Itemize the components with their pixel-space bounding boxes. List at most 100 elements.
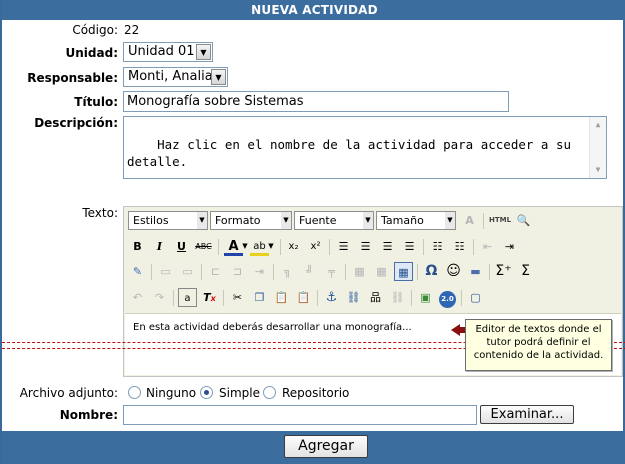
anchor-icon[interactable]: ⚓ [322,288,341,307]
delete-row-icon[interactable]: ⇥ [250,262,269,281]
align-right-icon[interactable]: ☰ [378,237,397,256]
radio-simple-label: Simple [219,386,260,400]
font-dropdown-label: Fuente [299,214,337,227]
indent-icon[interactable]: ⇥ [500,237,519,256]
paste-text-icon[interactable]: 📋 [294,288,313,307]
cell-props-icon[interactable]: ▦ [350,262,369,281]
bold-icon[interactable]: B [128,237,147,256]
toolbar-separator [473,239,474,255]
texto-label: Texto: [82,206,118,220]
radio-simple[interactable] [200,386,213,399]
descripcion-scrollbar[interactable]: ▲ ▼ [589,117,606,178]
examinar-button[interactable]: Examinar... [480,405,574,424]
chevron-down-icon[interactable]: ▼ [266,237,276,256]
superscript-icon[interactable]: x² [306,237,325,256]
scroll-down-icon[interactable]: ▼ [590,163,606,177]
numbered-list-icon[interactable]: ☷ [450,237,469,256]
chevron-down-icon[interactable]: ▼ [196,44,211,60]
copy-icon[interactable]: ❐ [250,288,269,307]
split-cell-icon[interactable]: ╗ [278,262,297,281]
unidad-select[interactable]: Unidad 01 ▼ [123,42,213,62]
radio-repositorio[interactable] [263,386,276,399]
italic-icon[interactable]: I [150,237,169,256]
sigma-icon[interactable]: Σ [516,262,535,281]
select-all-icon[interactable]: a [178,288,197,307]
styles-dropdown-label: Estilos [133,214,169,227]
agregar-button[interactable]: Agregar [284,435,368,458]
chevron-down-icon[interactable]: ▼ [211,69,226,85]
descripcion-label: Descripción: [34,116,118,130]
horizontal-rule-icon[interactable]: ▬ [466,262,485,281]
descripcion-text: Haz clic en el nombre de la actividad pa… [127,137,579,169]
size-dropdown-label: Tamaño [381,214,424,227]
chevron-down-icon[interactable]: ▼ [363,212,373,229]
sitemap-icon[interactable]: 品 [366,288,385,307]
cut-icon[interactable]: ✂ [228,288,247,307]
insert-table-icon[interactable]: ▦ [394,262,413,281]
link-icon[interactable]: ⛓ [344,288,363,307]
fullscreen-icon[interactable]: ▢ [466,288,485,307]
nueva-actividad-panel: NUEVA ACTIVIDAD Código: 22 Unidad: Unida… [0,0,625,464]
font-dropdown[interactable]: Fuente ▼ [294,211,374,230]
unidad-label: Unidad: [65,46,118,60]
image-icon[interactable]: ▣ [416,288,435,307]
omega-special-char-icon[interactable]: Ω [422,262,441,281]
format-dropdown-label: Formato [215,214,261,227]
align-center-icon[interactable]: ☰ [356,237,375,256]
nombre-file-input[interactable] [123,405,477,425]
paste-icon[interactable]: 📋 [272,288,291,307]
subscript-icon[interactable]: x₂ [284,237,303,256]
preview-zoom-icon[interactable]: 🔍 [514,211,533,230]
radio-ninguno[interactable] [128,386,141,399]
styles-dropdown[interactable]: Estilos ▼ [128,211,208,230]
row-props-icon[interactable]: ▦ [372,262,391,281]
smiley-icon[interactable]: ☺ [444,262,463,281]
strikethrough-icon[interactable]: ABC [194,237,213,256]
toolbar-separator [483,213,484,229]
chevron-down-icon[interactable]: ▼ [445,212,455,229]
toolbar-separator [223,290,224,306]
unlink-icon[interactable]: ⛓ [388,288,407,307]
insert-col-icon[interactable]: ⊐ [228,262,247,281]
chevron-down-icon[interactable]: ▼ [281,212,291,229]
insert-row-icon[interactable]: ⊏ [206,262,225,281]
bulleted-list-icon[interactable]: ☷ [428,237,447,256]
align-left-icon[interactable]: ☰ [334,237,353,256]
merge-cell-icon[interactable]: ╝ [300,262,319,281]
tooltip-arrow-icon [451,324,460,336]
format-dropdown[interactable]: Formato ▼ [210,211,292,230]
font-size-icon[interactable]: A [460,211,479,230]
undo-icon[interactable]: ↶ [128,288,147,307]
chevron-down-icon[interactable]: ▼ [240,237,250,256]
redo-icon[interactable]: ↷ [150,288,169,307]
archivo-adjunto-label: Archivo adjunto: [19,386,118,400]
html-source-icon[interactable]: HTML [488,211,512,230]
delete-col-icon[interactable]: ╤ [322,262,341,281]
nombre-label: Nombre: [59,408,118,422]
toolbar-separator [218,239,219,255]
panel-title: NUEVA ACTIVIDAD [2,0,625,20]
radio-repositorio-label: Repositorio [282,386,350,400]
toolbar-separator [345,264,346,280]
table-row-icon[interactable]: ▭ [156,262,175,281]
descripcion-textarea[interactable]: Haz clic en el nombre de la actividad pa… [123,116,607,179]
outdent-icon[interactable]: ⇤ [478,237,497,256]
edit-icon[interactable]: ✎ [128,262,147,281]
underline-icon[interactable]: U [172,237,191,256]
align-justify-icon[interactable]: ☰ [400,237,419,256]
web20-badge: 2.0 [439,291,456,308]
size-dropdown[interactable]: Tamaño ▼ [376,211,456,230]
web20-icon[interactable]: 2.0 [438,288,457,308]
toolbar-separator [461,290,462,306]
titulo-input[interactable]: Monografía sobre Sistemas [123,91,509,112]
codigo-value: 22 [124,23,140,37]
toolbar-separator [423,239,424,255]
scroll-up-icon[interactable]: ▲ [590,118,606,132]
responsable-label: Responsable: [27,71,118,85]
toolbar-separator [411,290,412,306]
sigma-plus-icon[interactable]: Σ⁺ [494,262,513,281]
chevron-down-icon[interactable]: ▼ [197,212,207,229]
table-col-icon[interactable]: ▭ [178,262,197,281]
remove-format-icon[interactable]: Tx [200,288,219,307]
responsable-select[interactable]: Monti, Analia ▼ [123,67,228,87]
